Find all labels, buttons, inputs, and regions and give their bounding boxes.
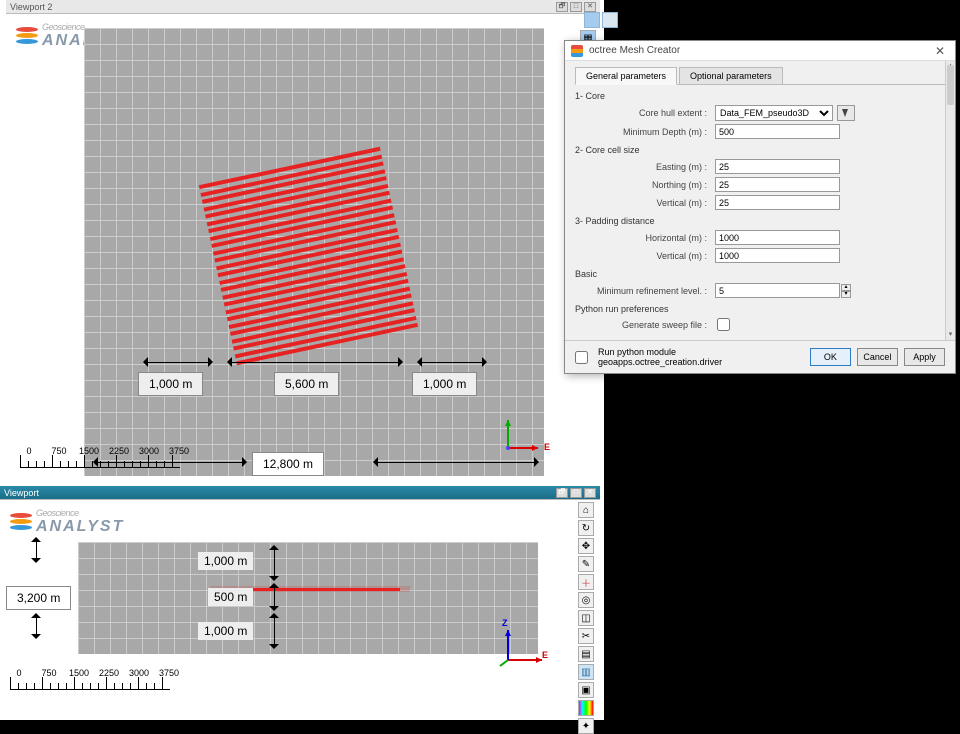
viewport-bottom-max-button[interactable]: □ (570, 488, 582, 498)
cancel-button[interactable]: Cancel (857, 348, 898, 366)
northing-label: Northing (m) : (575, 180, 715, 190)
viewport-bottom-titlebar[interactable]: Viewport 🗗 □ ✕ (0, 486, 600, 500)
data-lines-planview (199, 147, 418, 366)
dim-label-coredepth: 500 m (208, 588, 253, 606)
dim-arrow-core (230, 362, 400, 363)
dialog-titlebar[interactable]: octree Mesh Creator ✕ (565, 41, 955, 61)
dim-arrow-padtop (274, 548, 275, 578)
tool-chart-icon[interactable]: ▥ (578, 664, 594, 680)
pad-vertical-label: Vertical (m) : (575, 251, 715, 261)
dim-arrow-coredepth (274, 586, 275, 608)
tool-rotate-icon[interactable]: ↻ (578, 520, 594, 536)
vertical-label: Vertical (m) : (575, 198, 715, 208)
tool-pan-icon[interactable]: ✥ (578, 538, 594, 554)
tool-cut-icon[interactable]: ▤ (578, 646, 594, 662)
viewport-bottom-detach-button[interactable]: 🗗 (556, 488, 568, 498)
viewport-bottom-canvas[interactable]: Geoscience ANALYST 3,200 m 1,000 m 500 m… (0, 500, 600, 716)
dim-label-core: 5,600 m (274, 372, 339, 396)
viewport-top: Viewport 2 🗗 □ ✕ Geoscience ANALYST (6, 0, 600, 484)
dim-arrow-totalv-down (36, 616, 37, 636)
tool-pencil-icon[interactable]: ✎ (578, 556, 594, 572)
tool-plus-icon[interactable]: ＋ (578, 574, 594, 590)
core-hull-label: Core hull extent : (575, 108, 715, 118)
dialog-tabbar: General parameters Optional parameters (575, 67, 949, 85)
tab-optional[interactable]: Optional parameters (679, 67, 783, 84)
viewport-bottom: Viewport 🗗 □ ✕ Geoscience ANALYST 3,200 … (0, 486, 600, 716)
min-refine-input[interactable] (715, 283, 840, 298)
run-module-checkbox[interactable] (575, 351, 588, 364)
gen-sweep-checkbox[interactable] (717, 318, 730, 331)
dim-label-padbottom: 1,000 m (198, 622, 253, 640)
northing-input[interactable] (715, 177, 840, 192)
section-padding: 3- Padding distance (575, 216, 949, 226)
ribbon-toolbar (584, 12, 618, 28)
viewport-bottom-title: Viewport (4, 488, 39, 498)
tool-eyedrop-icon[interactable]: ✂ (578, 628, 594, 644)
gen-sweep-label: Generate sweep file : (575, 320, 715, 330)
dim-label-total: 12,800 m (252, 452, 324, 476)
tool-target-icon[interactable]: ◎ (578, 592, 594, 608)
horizontal-input[interactable] (715, 230, 840, 245)
tool-camera-icon[interactable]: ▣ (578, 682, 594, 698)
viewport-top-close-button[interactable]: ✕ (584, 2, 596, 12)
vertical-input[interactable] (715, 195, 840, 210)
core-hull-pick-button[interactable] (837, 105, 855, 121)
dialog-close-button[interactable]: ✕ (931, 44, 949, 58)
app-logo: Geoscience ANALYST (10, 508, 124, 536)
tool-home-icon[interactable]: ⌂ (578, 502, 594, 518)
viewport-top-canvas[interactable]: Geoscience ANALYST 1,000 m 5,600 m 1,000 (6, 14, 600, 484)
data-line-section (230, 588, 400, 591)
dim-label-pad-left: 1,000 m (138, 372, 203, 396)
easting-label: Easting (m) : (575, 162, 715, 172)
ok-button[interactable]: OK (810, 348, 851, 366)
section-core: 1- Core (575, 91, 949, 101)
ruler-top: 07501500225030003750 (14, 446, 194, 468)
axis-indicator-bottom: Z E (498, 624, 540, 666)
dim-arrow-pad-left (146, 362, 210, 363)
grid-sectionview (78, 542, 538, 654)
octree-dialog: octree Mesh Creator ✕ ▴ ▾ General parame… (564, 40, 956, 374)
viewport-top-title: Viewport 2 (10, 2, 52, 12)
min-depth-label: Minimum Depth (m) : (575, 127, 715, 137)
horizontal-label: Horizontal (m) : (575, 233, 715, 243)
dim-label-pad-right: 1,000 m (412, 372, 477, 396)
min-refine-label: Minimum refinement level. : (575, 286, 715, 296)
pad-vertical-input[interactable] (715, 248, 840, 263)
min-depth-input[interactable] (715, 124, 840, 139)
axis-indicator-top: E (500, 414, 542, 456)
section-cellsize: 2- Core cell size (575, 145, 949, 155)
dialog-title-text: octree Mesh Creator (589, 45, 680, 56)
dim-arrow-total-right (376, 462, 536, 463)
dim-label-totalv: 3,200 m (6, 586, 71, 610)
tool-colorbar-icon[interactable] (578, 700, 594, 716)
tool-crop-icon[interactable]: ◫ (578, 610, 594, 626)
apply-button[interactable]: Apply (904, 348, 945, 366)
ribbon-btn-2[interactable] (602, 12, 618, 28)
viewport-top-detach-button[interactable]: 🗗 (556, 2, 568, 12)
easting-input[interactable] (715, 159, 840, 174)
viewport-bottom-close-button[interactable]: ✕ (584, 488, 596, 498)
dim-arrow-totalv-up (36, 540, 37, 560)
core-hull-select[interactable]: Data_FEM_pseudo3D (715, 105, 833, 121)
dialog-footer: Run python module geoapps.octree_creatio… (565, 340, 955, 373)
min-refine-spinner[interactable]: ▴▾ (841, 284, 851, 298)
dialog-scrollbar[interactable]: ▴ ▾ (945, 61, 955, 340)
dialog-app-icon (571, 45, 583, 57)
ruler-bottom: 07501500225030003750 (4, 668, 184, 690)
section-basic: Basic (575, 269, 949, 279)
ribbon-btn-1[interactable] (584, 12, 600, 28)
dim-arrow-padbottom (274, 616, 275, 646)
viewport-top-max-button[interactable]: □ (570, 2, 582, 12)
tool-settings-icon[interactable]: ✦ (578, 718, 594, 734)
section-python: Python run preferences (575, 304, 949, 314)
dim-label-padtop: 1,000 m (198, 552, 253, 570)
tab-general[interactable]: General parameters (575, 67, 677, 85)
viewport-bottom-toolbar: ⌂ ↻ ✥ ✎ ＋ ◎ ◫ ✂ ▤ ▥ ▣ ✦ (578, 502, 596, 734)
dim-arrow-pad-right (420, 362, 484, 363)
viewport-top-titlebar[interactable]: Viewport 2 🗗 □ ✕ (6, 0, 600, 14)
run-module-label: Run python module geoapps.octree_creatio… (598, 347, 798, 367)
